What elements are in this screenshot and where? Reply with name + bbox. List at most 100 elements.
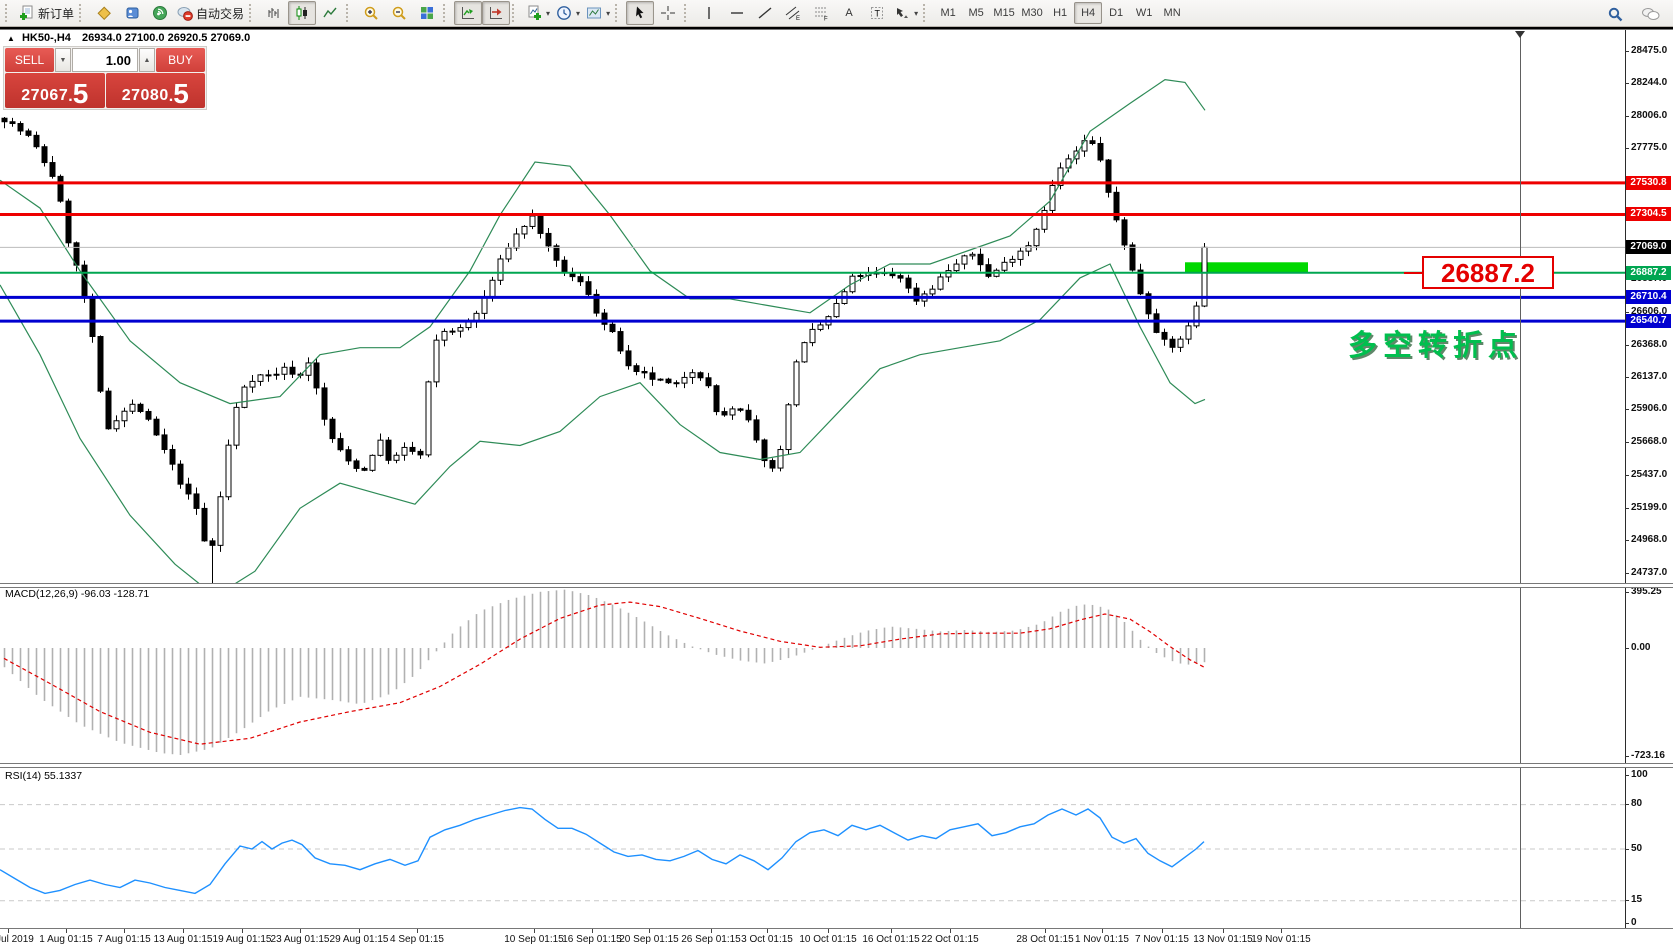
buy-price-button[interactable]: 27080.5 (106, 73, 206, 108)
toolbar-grip[interactable] (249, 4, 256, 22)
toolbar-grip[interactable] (346, 4, 353, 22)
time-tick-label: 3 Oct 01:15 (741, 934, 793, 945)
fibonacci-icon: F (813, 5, 829, 21)
clock-icon (556, 5, 572, 21)
timeframe-button-M5[interactable]: M5 (962, 2, 990, 24)
chat-button[interactable] (1637, 2, 1665, 26)
macd-panel[interactable] (0, 586, 1626, 763)
time-tick (359, 929, 360, 933)
time-tick-label: 1 Aug 01:15 (39, 934, 92, 945)
window-frame-top (0, 27, 1673, 30)
toolbar-grip[interactable] (923, 4, 930, 22)
auto-scroll-icon (460, 5, 476, 21)
time-axis[interactable]: 26 Jul 20191 Aug 01:157 Aug 01:1513 Aug … (0, 929, 1673, 951)
price-level-badge: 26710.4 (1626, 290, 1671, 304)
buy-button[interactable]: BUY (156, 48, 205, 72)
time-tick-label: 4 Sep 01:15 (390, 934, 444, 945)
bar-chart-button[interactable] (260, 1, 288, 25)
time-tick-label: 29 Aug 01:15 (330, 934, 389, 945)
timeframe-button-H1[interactable]: H1 (1046, 2, 1074, 24)
horizontal-line-button[interactable] (723, 1, 751, 25)
rsi-tick-label: 100 (1631, 769, 1648, 780)
line-chart-button[interactable] (316, 1, 344, 25)
fibonacci-button[interactable]: F (807, 1, 835, 25)
text-button[interactable]: A (835, 1, 863, 25)
sell-button[interactable]: SELL (5, 48, 54, 72)
time-tick (1102, 929, 1103, 933)
chart-shift-marker-icon[interactable] (1515, 31, 1525, 38)
time-tick (1223, 929, 1224, 933)
toolbar-grip[interactable] (5, 4, 12, 22)
price-level-badge: 27530.8 (1626, 176, 1671, 190)
time-tick-label: 7 Nov 01:15 (1135, 934, 1189, 945)
sell-price-button[interactable]: 27067.5 (5, 73, 105, 108)
timeframe-button-M15[interactable]: M15 (990, 2, 1018, 24)
text-label-button[interactable]: T (863, 1, 891, 25)
timeframe-button-M1[interactable]: M1 (934, 2, 962, 24)
time-tick (891, 929, 892, 933)
search-icon (1607, 6, 1624, 23)
market-watch-button[interactable] (118, 1, 146, 25)
horizontal-line-icon (729, 5, 745, 21)
panel-splitter-macd[interactable] (0, 583, 1673, 588)
timeframe-button-M30[interactable]: M30 (1018, 2, 1046, 24)
timeframe-button-D1[interactable]: D1 (1102, 2, 1130, 24)
collapse-arrow-icon[interactable]: ▲ (7, 34, 15, 43)
cursor-button[interactable] (626, 1, 654, 25)
envelope-band-line (0, 80, 1205, 404)
time-tick (242, 929, 243, 933)
equidistant-channel-button[interactable]: E (779, 1, 807, 25)
new-order-button[interactable]: 新订单 (16, 1, 77, 25)
panel-splitter-rsi[interactable] (0, 763, 1673, 768)
trendline-button[interactable] (751, 1, 779, 25)
search-button[interactable] (1601, 2, 1629, 26)
chart-shift-button[interactable] (482, 1, 510, 25)
templates-button[interactable]: ▾ (583, 1, 613, 25)
crosshair-button[interactable] (654, 1, 682, 25)
toolbar-grip[interactable] (512, 4, 519, 22)
cursor-icon (632, 5, 648, 21)
indicators-button[interactable]: ▾ (523, 1, 553, 25)
symbol-period: HK50-,H4 (22, 32, 71, 44)
arrows-button[interactable]: ▾ (891, 1, 921, 25)
chart-title: ▲ HK50-,H4 26934.0 27100.0 26920.5 27069… (7, 32, 250, 44)
rsi-panel[interactable] (0, 766, 1626, 928)
price-tick-label: 25437.0 (1631, 469, 1667, 480)
volume-increase-button[interactable]: ▲ (139, 48, 155, 72)
rsi-label: RSI(14) 55.1337 (5, 770, 82, 782)
time-tick-label: 10 Oct 01:15 (799, 934, 856, 945)
line-chart-icon (322, 5, 338, 21)
auto-trading-button[interactable]: 自动交易 (174, 1, 247, 25)
periods-button[interactable]: ▾ (553, 1, 583, 25)
arrows-icon (894, 5, 910, 21)
main-chart-area[interactable] (0, 28, 1626, 584)
toolbar-grip[interactable] (79, 4, 86, 22)
chinese-note-label[interactable]: 多空转折点 (1348, 322, 1523, 364)
dropdown-caret-icon: ▾ (606, 9, 610, 18)
auto-scroll-button[interactable] (454, 1, 482, 25)
vertical-line-button[interactable] (695, 1, 723, 25)
history-button[interactable] (90, 1, 118, 25)
tile-windows-button[interactable] (413, 1, 441, 25)
candlestick-chart-button[interactable] (288, 1, 316, 25)
volume-input[interactable]: 1.00 (72, 48, 138, 72)
time-tick (1045, 929, 1046, 933)
timeframe-button-MN[interactable]: MN (1158, 2, 1186, 24)
zoom-in-button[interactable] (357, 1, 385, 25)
volume-decrease-button[interactable]: ▼ (55, 48, 71, 72)
rsi-tick-label: 0 (1631, 917, 1637, 928)
price-tick-label: 28006.0 (1631, 110, 1667, 121)
timeframe-button-W1[interactable]: W1 (1130, 2, 1158, 24)
zoom-out-button[interactable] (385, 1, 413, 25)
time-tick-label: 26 Jul 2019 (0, 934, 34, 945)
price-callout-label[interactable]: 26887.2 (1422, 256, 1554, 289)
time-tick (767, 929, 768, 933)
toolbar-grip[interactable] (684, 4, 691, 22)
timeframe-button-H4[interactable]: H4 (1074, 2, 1102, 24)
indicators-icon (526, 5, 542, 21)
toolbar-grip[interactable] (615, 4, 622, 22)
price-tick-label: 25668.0 (1631, 436, 1667, 447)
toolbar-grip[interactable] (443, 4, 450, 22)
signals-button[interactable] (146, 1, 174, 25)
channel-icon: E (785, 5, 801, 21)
